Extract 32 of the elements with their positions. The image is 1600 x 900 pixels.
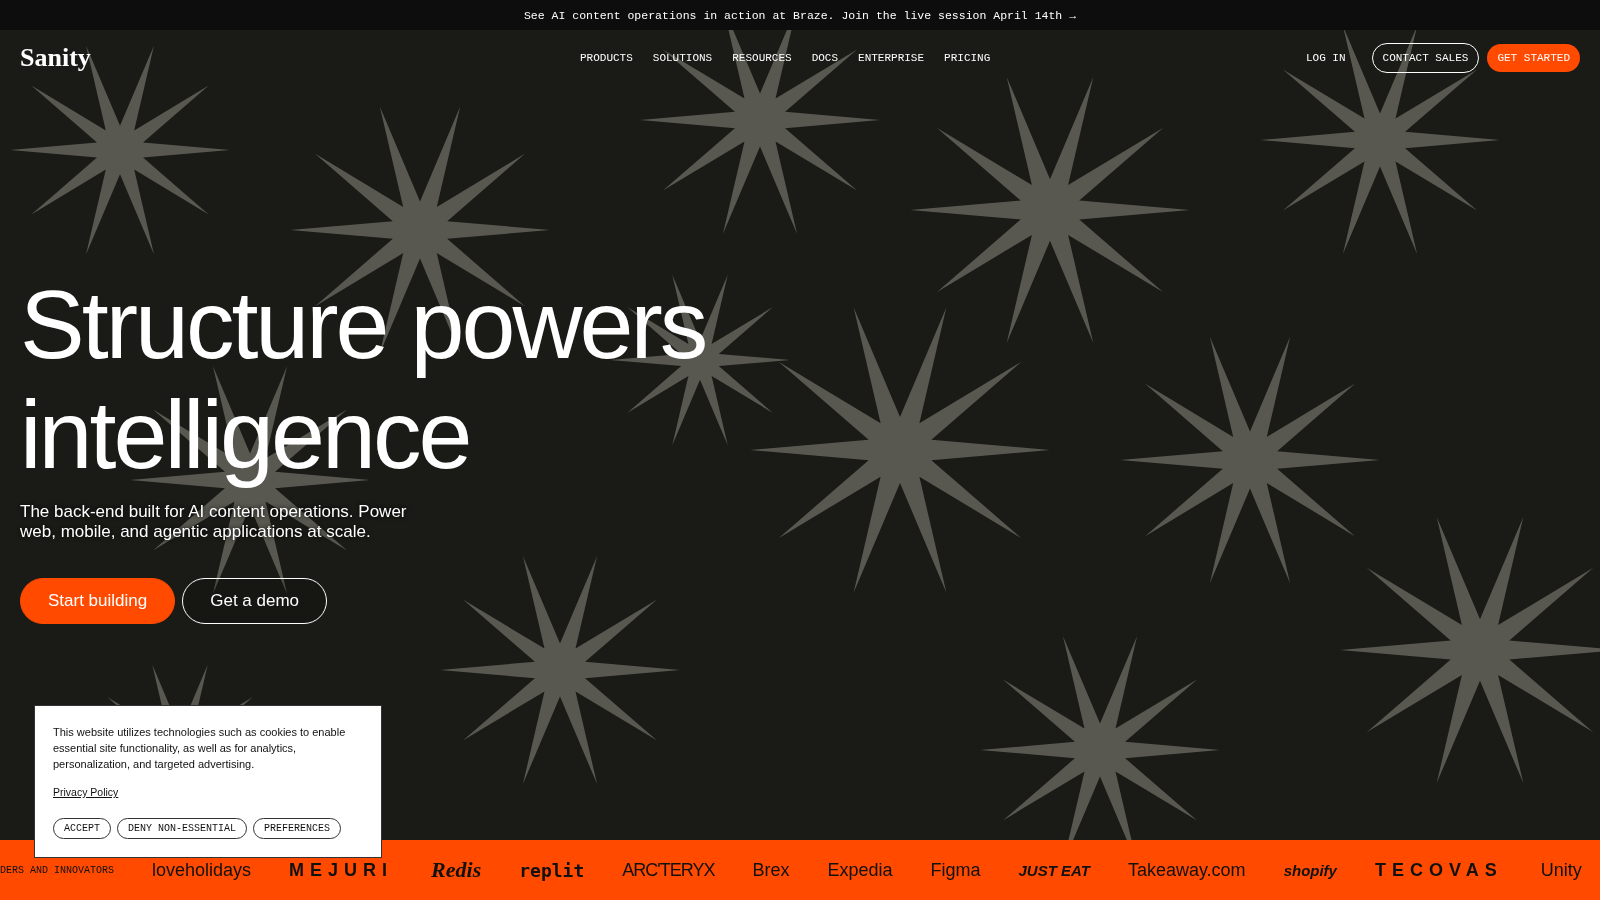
- brand-logo: replit: [519, 859, 585, 881]
- brand-logo: TECOVAS: [1374, 859, 1503, 881]
- cookie-text: This website utilizes technologies such as cookies to enable essential site functionality, as well as for analytics, personalization, and targeted advertising.: [53, 725, 347, 772]
- brand-logo: JUST EAT: [1018, 861, 1090, 879]
- cookie-button[interactable]: PREFERENCES: [253, 818, 342, 839]
- nav-link[interactable]: SOLUTIONS: [652, 52, 713, 64]
- nav-link[interactable]: DOCS: [811, 52, 839, 64]
- brand-logo: ARC'TERYX: [622, 859, 715, 881]
- brand-logo: Figma: [930, 859, 981, 881]
- privacy-link[interactable]: Privacy Policy: [53, 786, 119, 798]
- sanity-logo[interactable]: Sanity: [20, 43, 580, 73]
- brand-logo: shopify: [1283, 861, 1337, 879]
- cta-button[interactable]: Get a demo: [182, 578, 328, 624]
- brand-logo: loveholidays: [152, 859, 252, 881]
- strip-caption: DERS AND INNOVATORS: [0, 864, 115, 876]
- brand-logo: Unity: [1540, 859, 1582, 881]
- brand-logo: Expedia: [827, 859, 893, 881]
- brand-logo: Redis: [431, 857, 482, 883]
- brand-logo: Takeaway.com: [1127, 859, 1246, 881]
- nav-link[interactable]: ENTERPRISE: [858, 52, 925, 64]
- headline: Structure powers: [20, 270, 706, 380]
- hero-subtitle: The back-end built for AI content operations. Power web, mobile, and agentic applications at scale.: [20, 502, 408, 542]
- brand-logo: Brex: [752, 859, 790, 881]
- login-link[interactable]: LOG IN: [1295, 44, 1356, 72]
- announcement-link[interactable]: See AI content operations in action at Braze. Join the live session April 14th →: [523, 8, 1077, 22]
- cookie-button[interactable]: DENY NON-ESSENTIAL: [117, 818, 248, 839]
- headline: intelligence: [20, 380, 470, 490]
- nav-link[interactable]: RESOURCES: [732, 52, 792, 64]
- cookie-button[interactable]: ACCEPT: [53, 818, 111, 839]
- nav-link[interactable]: PRICING: [944, 52, 991, 64]
- nav-link[interactable]: PRODUCTS: [580, 52, 633, 64]
- brand-logo: MEJURI: [289, 859, 394, 881]
